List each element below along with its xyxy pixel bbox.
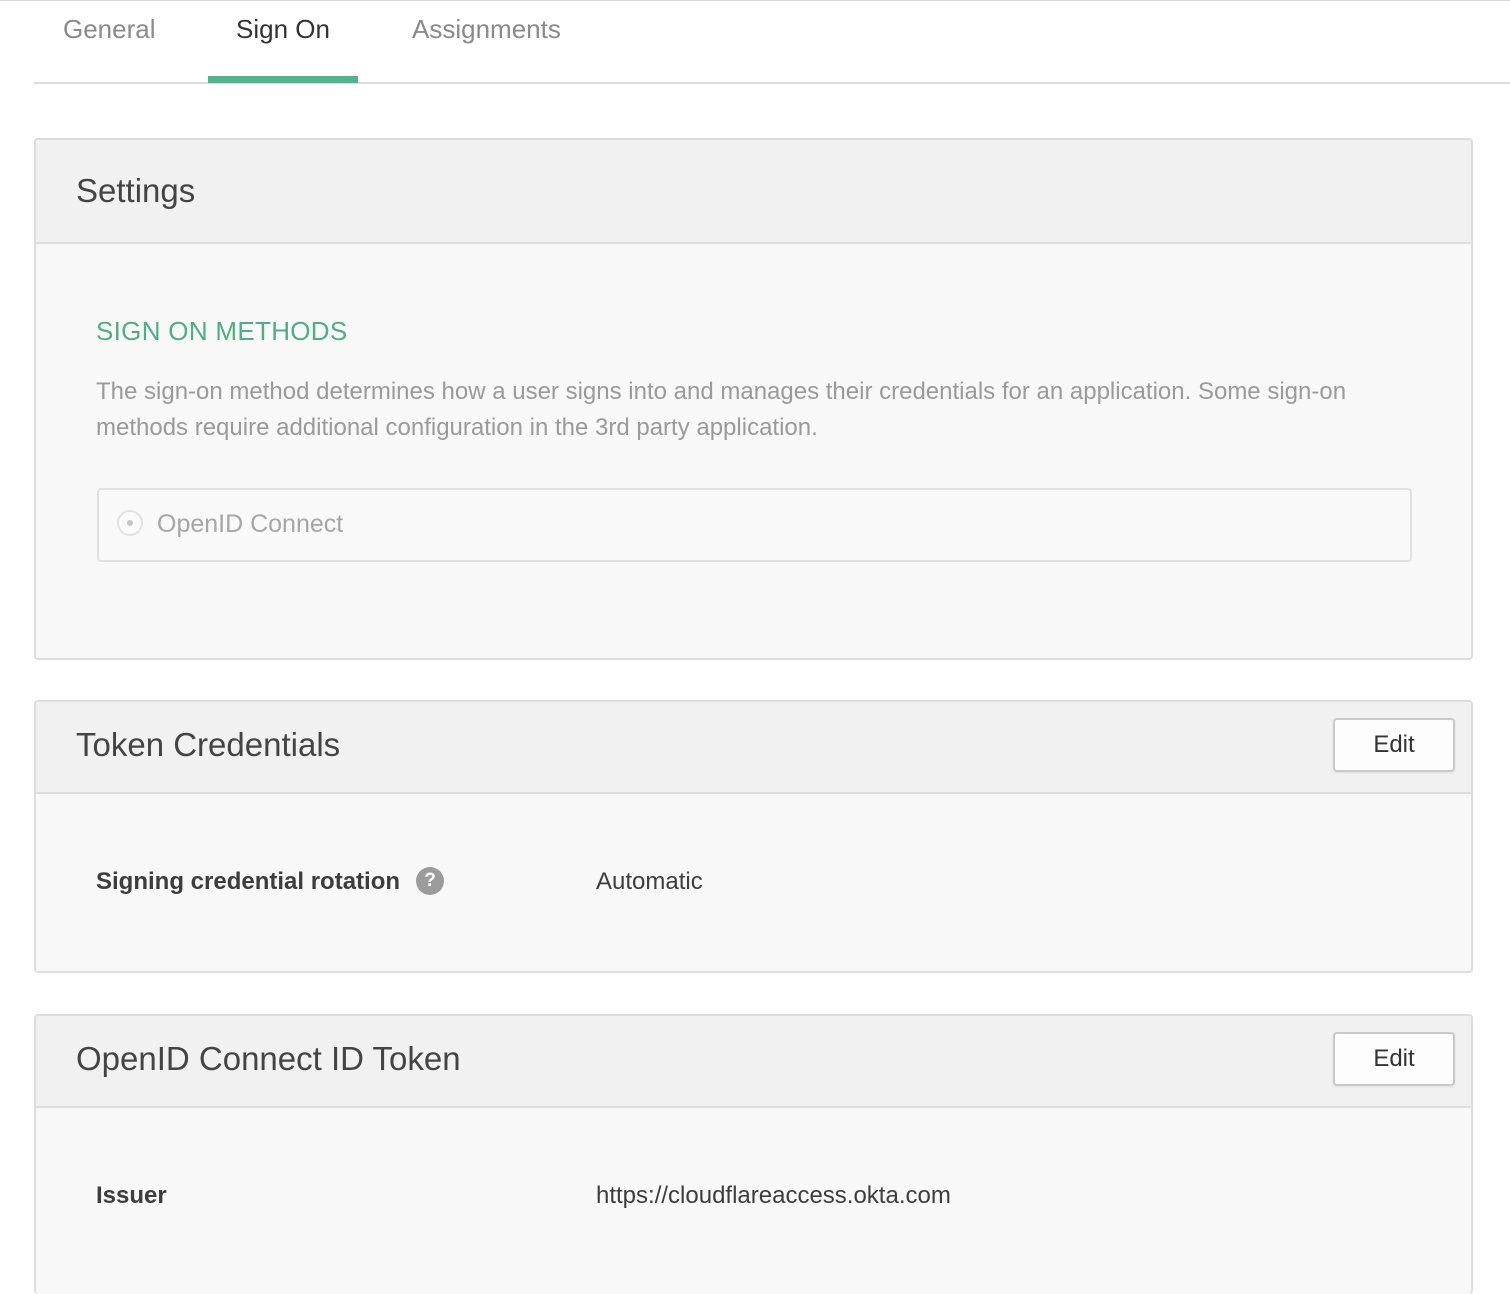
token-credentials-header: Token Credentials Edit bbox=[36, 702, 1471, 794]
signing-credential-rotation-value: Automatic bbox=[596, 868, 703, 895]
tab-sign-on[interactable]: Sign On bbox=[208, 14, 358, 82]
tab-bar: General Sign On Assignments bbox=[34, 0, 1510, 84]
token-credentials-panel: Token Credentials Edit Signing credentia… bbox=[34, 700, 1473, 973]
issuer-label: Issuer bbox=[96, 1182, 167, 1209]
settings-panel: Settings SIGN ON METHODS The sign-on met… bbox=[34, 138, 1473, 660]
openid-id-token-header: OpenID Connect ID Token Edit bbox=[36, 1016, 1471, 1108]
active-tab-indicator bbox=[208, 76, 358, 83]
sign-on-methods-description: The sign-on method determines how a user… bbox=[96, 378, 1347, 441]
sign-on-method-label: OpenID Connect bbox=[157, 510, 344, 538]
sign-on-method-option[interactable]: OpenID Connect bbox=[97, 488, 1412, 562]
openid-id-token-panel: OpenID Connect ID Token Edit Issuer http… bbox=[34, 1014, 1473, 1294]
sign-on-methods-heading: SIGN ON METHODS bbox=[96, 316, 348, 346]
token-credentials-title: Token Credentials bbox=[76, 726, 341, 763]
signing-credential-rotation-label: Signing credential rotation? bbox=[96, 866, 445, 897]
help-icon[interactable]: ? bbox=[416, 866, 445, 895]
token-credentials-edit-button[interactable]: Edit bbox=[1333, 718, 1455, 772]
settings-panel-header: Settings bbox=[36, 140, 1471, 244]
settings-title: Settings bbox=[76, 172, 196, 209]
tab-general[interactable]: General bbox=[63, 14, 156, 82]
issuer-value: https://cloudflareaccess.okta.com bbox=[596, 1182, 951, 1209]
tab-assignments[interactable]: Assignments bbox=[412, 14, 561, 82]
openid-id-token-edit-button[interactable]: Edit bbox=[1333, 1032, 1455, 1086]
field-label-text: Signing credential rotation bbox=[96, 868, 401, 895]
radio-button[interactable] bbox=[117, 510, 143, 536]
openid-id-token-title: OpenID Connect ID Token bbox=[76, 1040, 461, 1077]
